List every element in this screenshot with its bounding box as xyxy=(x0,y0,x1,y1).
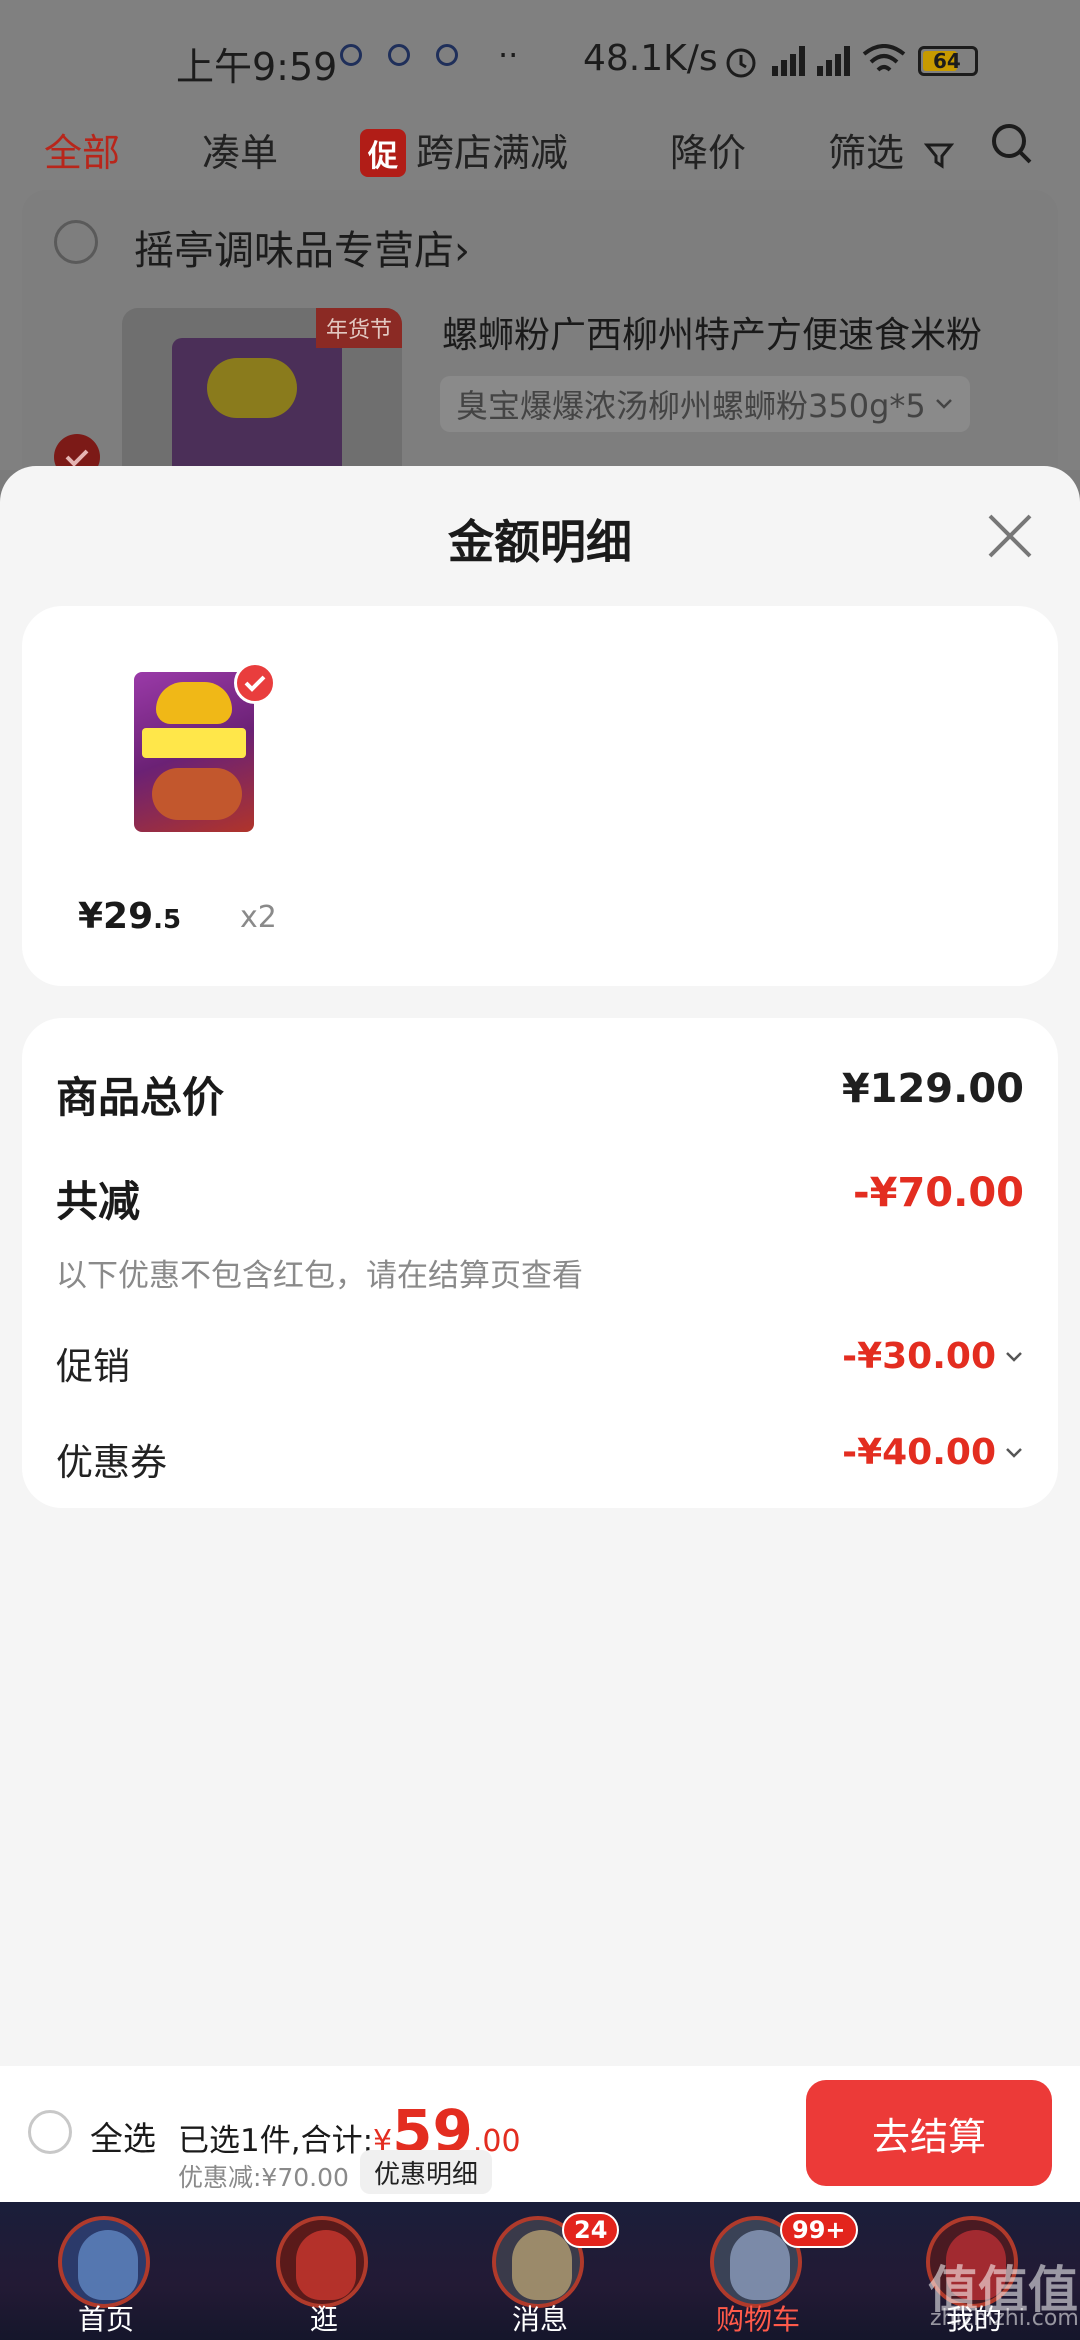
chevron-down-icon xyxy=(1006,1447,1022,1458)
sheet-title: 金额明细 xyxy=(448,515,632,569)
battery-icon: 64 xyxy=(918,46,978,76)
tab-messages-label: 消息 xyxy=(511,2303,568,2336)
alarm-icon xyxy=(726,48,756,78)
item-checked-icon xyxy=(234,662,276,704)
total-reduction-value: -¥70.00 xyxy=(853,1170,1024,1216)
discount-amount: 优惠减:¥70.00 xyxy=(178,2163,349,2192)
store-name[interactable]: 摇亭调味品专营店› xyxy=(134,218,470,276)
item-quantity: x2 xyxy=(240,900,277,935)
store-select-radio[interactable] xyxy=(54,220,98,264)
product-title[interactable]: 螺蛳粉广西柳州特产方便速食米粉 xyxy=(442,306,982,358)
messages-badge: 24 xyxy=(562,2212,620,2248)
close-icon[interactable] xyxy=(984,510,1036,562)
watermark-url: zhizhizhi.com xyxy=(930,2306,1079,2331)
new-year-tag: 年货节 xyxy=(315,308,402,348)
selected-count-text: 已选1件,合计: xyxy=(178,2123,374,2159)
tab-cart[interactable]: 99+ 购物车 xyxy=(688,2202,858,2340)
selected-items-card: ¥29.5 x2 xyxy=(22,606,1058,986)
browse-avatar-icon xyxy=(276,2216,368,2308)
chevron-down-icon xyxy=(1006,1351,1022,1362)
item-price: ¥29.5 xyxy=(78,896,181,937)
network-speed: 48.1K/s xyxy=(583,38,718,79)
filter-tab-filter[interactable]: 筛选 xyxy=(828,122,955,177)
checkout-bar: 全选 已选1件,合计: ¥ 59 .00 优惠减:¥70.00 优惠明细 去结算 xyxy=(0,2066,1080,2202)
more-notifications-icon: ·· xyxy=(498,36,519,74)
app-notification-icon xyxy=(436,44,458,66)
select-all-radio[interactable] xyxy=(28,2110,72,2154)
app-notification-icon xyxy=(340,44,362,66)
checkout-button[interactable]: 去结算 xyxy=(806,2080,1052,2186)
item-price-dec: .5 xyxy=(153,905,182,935)
coupon-row[interactable]: -¥40.00 xyxy=(842,1432,1024,1473)
item-price-int: ¥29 xyxy=(78,896,154,937)
status-time: 上午9:59 xyxy=(176,45,338,89)
promotion-label: 促销 xyxy=(56,1345,130,1388)
chevron-down-icon xyxy=(935,399,952,409)
signal-icon xyxy=(817,46,850,76)
background-page: 上午9:59 ·· 48.1K/s 64 全部 凑单 促跨店满减 降价 筛选 摇… xyxy=(0,0,1080,508)
tab-browse-label: 逛 xyxy=(309,2303,338,2336)
system-icons: 64 xyxy=(722,42,978,80)
tab-home-label: 首页 xyxy=(77,2303,134,2336)
coupon-value: -¥40.00 xyxy=(842,1432,996,1473)
cart-badge: 99+ xyxy=(780,2212,858,2248)
select-all-label[interactable]: 全选 xyxy=(90,2112,156,2160)
coupon-label: 优惠券 xyxy=(56,1441,167,1484)
cart-filter-bar: 全部 凑单 促跨店满减 降价 筛选 xyxy=(0,110,1080,190)
reduction-note: 以下优惠不包含红包，请在结算页查看 xyxy=(56,1258,583,1294)
chevron-right-icon: › xyxy=(454,228,470,274)
filter-tab-all[interactable]: 全部 xyxy=(44,122,120,177)
battery-level: 64 xyxy=(933,49,961,73)
filter-tab-price-drop[interactable]: 降价 xyxy=(670,122,746,177)
filter-tab-bundle[interactable]: 凑单 xyxy=(202,122,278,177)
app-notification-icon xyxy=(388,44,410,66)
item-thumbnail[interactable] xyxy=(114,662,276,842)
store-card: 摇亭调味品专营店› 年货节 螺蛳粉广西柳州特产方便速食米粉 臭宝爆爆浓汤柳州螺蛳… xyxy=(22,190,1058,508)
promo-badge: 促 xyxy=(360,129,406,177)
tab-home[interactable]: 首页 xyxy=(36,2202,176,2340)
filter-tab-cross-store-label: 跨店满减 xyxy=(416,131,569,175)
home-avatar-icon xyxy=(58,2216,150,2308)
amount-detail-sheet: 金额明细 ¥29.5 x2 商品总价 ¥129.00 共减 -¥70.00 以下… xyxy=(0,466,1080,2066)
filter-tab-filter-label: 筛选 xyxy=(828,131,905,175)
tab-cart-label: 购物车 xyxy=(715,2303,800,2336)
total-reduction-label: 共减 xyxy=(56,1177,141,1226)
price-summary-card: 商品总价 ¥129.00 共减 -¥70.00 以下优惠不包含红包，请在结算页查… xyxy=(22,1018,1058,1508)
signal-icon xyxy=(772,46,805,76)
total-price-label: 商品总价 xyxy=(56,1073,225,1122)
search-icon[interactable] xyxy=(990,122,1034,166)
bottom-tab-bar: 首页 逛 24 消息 99+ 购物车 我的 值值值 zhizhizhi.com xyxy=(0,2202,1080,2340)
product-package xyxy=(134,672,254,832)
product-sku-selector[interactable]: 臭宝爆爆浓汤柳州螺蛳粉350g*5 xyxy=(440,376,970,432)
promotion-value: -¥30.00 xyxy=(842,1336,996,1377)
wifi-icon xyxy=(862,44,906,72)
tab-browse[interactable]: 逛 xyxy=(254,2202,394,2340)
product-sku-text: 臭宝爆爆浓汤柳州螺蛳粉350g*5 xyxy=(456,387,926,425)
total-price-value: ¥129.00 xyxy=(841,1066,1024,1112)
store-name-text: 摇亭调味品专营店 xyxy=(134,228,454,274)
tab-messages[interactable]: 24 消息 xyxy=(470,2202,620,2340)
status-bar: 上午9:59 ·· 48.1K/s 64 xyxy=(0,0,1080,120)
notification-icons xyxy=(340,44,458,66)
filter-icon xyxy=(923,143,955,169)
filter-tab-cross-store[interactable]: 促跨店满减 xyxy=(360,122,568,177)
discount-detail-button[interactable]: 优惠明细 xyxy=(360,2150,493,2194)
promotion-row[interactable]: -¥30.00 xyxy=(842,1336,1024,1377)
